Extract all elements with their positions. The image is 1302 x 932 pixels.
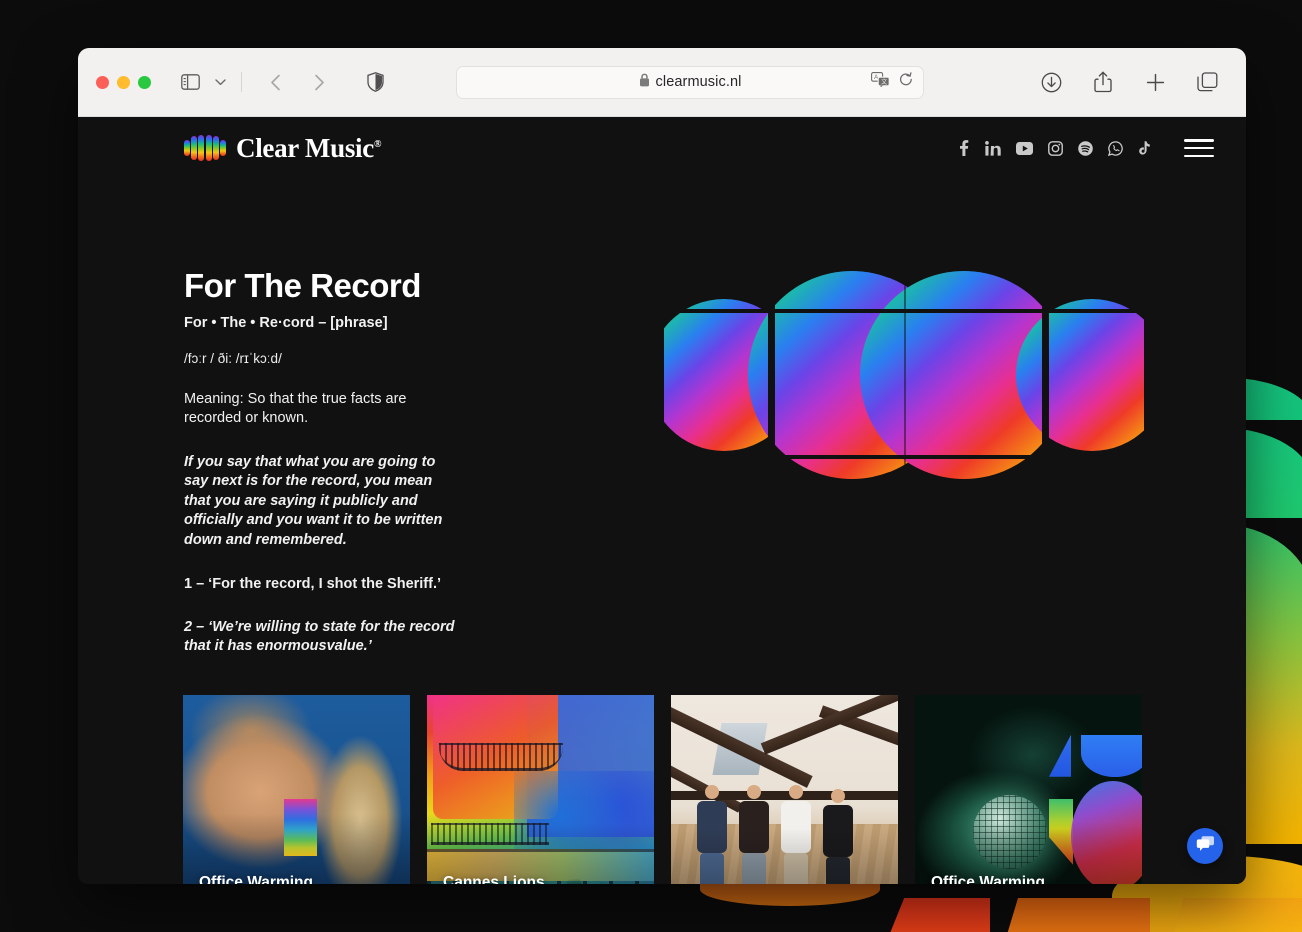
logo-wordmark: Clear Music®: [236, 133, 381, 164]
background-gradient-shape: [1000, 898, 1150, 932]
zoom-window-button[interactable]: [138, 75, 151, 89]
background-gradient-shape: [880, 898, 990, 932]
page-title: For The Record: [184, 267, 421, 304]
hero-syllables: For • The • Re·cord – [phrase]: [184, 315, 388, 331]
instagram-icon[interactable]: [1048, 140, 1063, 156]
lock-icon: [639, 73, 650, 92]
url-text: clearmusic.nl: [655, 74, 742, 90]
site-logo[interactable]: Clear Music®: [184, 133, 381, 164]
card-title: Office Warming B2BxB2B: [931, 873, 1045, 884]
tab-overview-icon[interactable]: [1192, 69, 1222, 95]
logo-trademark: ®: [373, 138, 382, 150]
address-bar[interactable]: clearmusic.nl A 文: [456, 65, 924, 99]
svg-text:A: A: [874, 75, 878, 81]
toolbar-actions: [1036, 69, 1228, 95]
facebook-icon[interactable]: [957, 140, 970, 156]
privacy-shield-icon[interactable]: [360, 69, 390, 95]
clear-music-gradient-logo-artwork: [664, 237, 1144, 512]
desktop-backdrop: clearmusic.nl A 文 Clear Music® For The R…: [0, 0, 1302, 932]
translate-icon[interactable]: A 文: [871, 72, 890, 92]
chevron-right-icon[interactable]: [304, 69, 334, 95]
hamburger-menu-icon[interactable]: [1184, 139, 1214, 157]
rainbow-gradient-overlay: [284, 798, 317, 856]
share-icon[interactable]: [1088, 69, 1118, 95]
card-title: Cannes Lions 2024: [443, 873, 545, 884]
background-gradient-shape: [1168, 898, 1302, 932]
tiktok-icon[interactable]: [1138, 140, 1151, 156]
youtube-icon[interactable]: [1016, 141, 1033, 155]
hero-section: For The Record For • The • Re·cord – [ph…: [78, 179, 1246, 657]
chat-bubble-icon: [1196, 835, 1215, 857]
hero-example-1: 1 – ‘For the record, I shot the Sheriff.…: [184, 575, 442, 592]
rainbow-waveform-icon: [184, 135, 226, 161]
download-icon[interactable]: [1036, 69, 1066, 95]
site-header: Clear Music®: [78, 117, 1246, 179]
cannes-lions-2024-photo: [427, 694, 654, 884]
header-social-links: [957, 139, 1214, 157]
article-card-grid: Office Warming Recap: [78, 657, 1246, 884]
chat-widget-button[interactable]: [1187, 828, 1223, 864]
minimize-window-button[interactable]: [117, 75, 130, 89]
chevron-down-icon[interactable]: [205, 69, 235, 95]
chevron-left-icon[interactable]: [260, 69, 290, 95]
spotify-icon[interactable]: [1078, 140, 1093, 156]
svg-text:文: 文: [881, 78, 887, 86]
card-title: Office Warming Recap: [199, 873, 313, 884]
sidebar-icon[interactable]: [175, 69, 205, 95]
hero-definition: If you say that what you are going to sa…: [184, 453, 443, 548]
browser-window: clearmusic.nl A 文 Clear Music® For The R…: [78, 48, 1246, 884]
plus-icon[interactable]: [1140, 69, 1170, 95]
linkedin-icon[interactable]: [985, 140, 1001, 156]
window-controls: [96, 75, 151, 89]
hero-example-2: 2 – ‘We’re willing to state for the reco…: [184, 618, 455, 655]
website-viewport: Clear Music® For The Record For • The • …: [78, 117, 1246, 884]
browser-toolbar: clearmusic.nl A 文: [78, 48, 1246, 117]
whatsapp-icon[interactable]: [1108, 140, 1123, 156]
hero-phonetic: /fɔːr / ði: /rɪˈkɔːd/: [184, 351, 282, 366]
toolbar-divider: [241, 72, 242, 92]
card-new-office[interactable]: New Office: [671, 694, 898, 884]
reload-icon[interactable]: [899, 72, 913, 92]
navigation-buttons: [260, 69, 334, 95]
card-office-warming-recap[interactable]: Office Warming Recap: [183, 694, 410, 884]
background-gradient-shape: [700, 884, 880, 906]
logo-text: Clear Music: [236, 132, 374, 163]
hero-meaning: Meaning: So that the true facts are reco…: [184, 391, 407, 427]
new-office-team-photo: [671, 694, 898, 884]
hero-text-column: For The Record For • The • Re·cord – [ph…: [184, 237, 654, 657]
close-window-button[interactable]: [96, 75, 109, 89]
card-cannes-lions-2024[interactable]: Cannes Lions 2024: [427, 694, 654, 884]
card-office-warming-b2bxb2b[interactable]: Office Warming B2BxB2B: [915, 694, 1142, 884]
office-warming-b2bxb2b-photo: [915, 694, 1142, 884]
